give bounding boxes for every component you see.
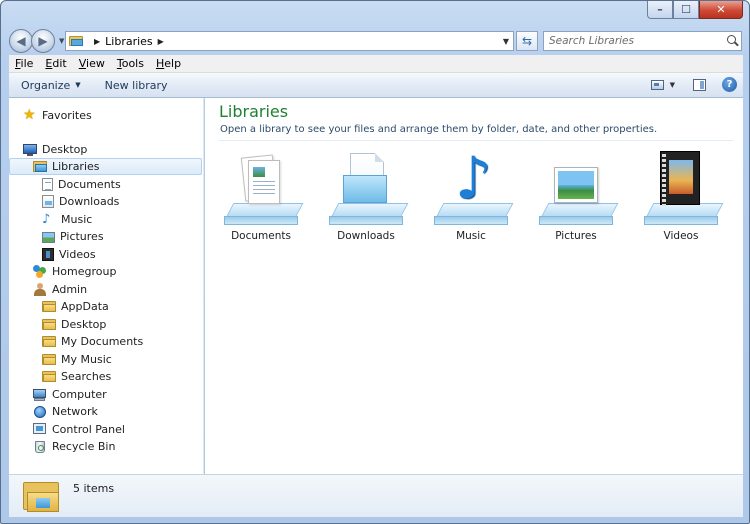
organize-button[interactable]: Organize ▼ [9,79,93,92]
videos-icon [42,248,54,261]
breadcrumb-separator[interactable]: ▶ [158,37,164,46]
help-icon[interactable]: ? [722,77,737,92]
menu-view[interactable]: View [73,57,111,70]
content-pane: Libraries Open a library to see your fil… [205,98,743,474]
downloads-library-icon [326,153,409,225]
chevron-down-icon: ▼ [75,81,81,89]
search-box[interactable] [543,31,742,51]
library-videos[interactable]: Videos [636,151,726,253]
new-library-button[interactable]: New library [93,79,180,92]
videos-library-icon [641,151,724,225]
close-button[interactable]: ✕ [699,1,743,19]
music-icon: ♪ [42,212,51,227]
recycle-bin-icon [33,440,47,453]
nav-admin[interactable]: Admin [33,281,87,298]
libraries-icon [33,160,47,173]
forward-arrow-icon: ▶ [38,34,48,48]
nav-videos[interactable]: Videos [42,246,96,263]
nav-desktop[interactable]: Desktop [23,141,87,158]
nav-recycle-bin[interactable]: Recycle Bin [33,438,115,455]
nav-homegroup[interactable]: Homegroup [33,263,116,280]
change-view-icon[interactable] [650,79,664,90]
command-bar: Organize ▼ New library ▼ ? [9,73,743,98]
search-input[interactable] [549,35,719,47]
forward-button[interactable]: ▶ [31,29,55,53]
refresh-button[interactable]: ⇆ [516,31,538,51]
library-label: Pictures [555,230,597,242]
search-icon[interactable] [727,35,736,44]
control-panel-icon [33,423,47,436]
network-icon [33,405,47,418]
nav-network[interactable]: Network [33,403,98,420]
minimize-button[interactable]: – [647,1,673,19]
page-title: Libraries [219,102,289,121]
explorer-window: – ☐ ✕ ◀ ▶ ▼ ▶ Libraries ▶ ▼ ⇆ File Edit … [0,0,750,524]
nav-music[interactable]: ♪ Music [42,211,92,228]
menu-edit[interactable]: Edit [39,57,72,70]
library-music[interactable]: ♪ Music [426,149,516,253]
library-pictures[interactable]: Pictures [531,153,621,253]
item-count: 5 items [73,482,115,495]
maximize-button[interactable]: ☐ [673,1,699,19]
folder-icon [42,300,56,313]
pictures-library-icon [536,153,619,225]
view-options-dropdown[interactable]: ▼ [670,81,675,89]
back-arrow-icon: ◀ [16,34,26,48]
nav-searches[interactable]: Searches [42,368,111,385]
folder-icon [42,370,56,383]
address-history-dropdown[interactable]: ▼ [503,37,509,46]
menu-help[interactable]: Help [150,57,187,70]
library-label: Videos [663,230,699,242]
nav-admin-desktop[interactable]: Desktop [42,316,106,333]
folder-icon [42,335,56,348]
music-library-icon: ♪ [431,149,514,225]
details-pane: 5 items [9,474,743,517]
downloads-icon [42,195,54,208]
library-label: Documents [231,230,291,242]
documents-icon [42,178,53,191]
nav-my-documents[interactable]: My Documents [42,333,143,350]
nav-control-panel[interactable]: Control Panel [33,421,125,438]
libraries-folder-icon [69,35,85,47]
nav-libraries[interactable]: Libraries [9,158,202,175]
library-label: Music [456,230,486,242]
back-button[interactable]: ◀ [9,29,33,53]
libraries-folder-icon [23,480,61,514]
pictures-icon [42,231,55,243]
navigation-pane: ★ Favorites Desktop Libraries Documents D… [9,98,204,474]
library-downloads[interactable]: Downloads [321,153,411,253]
documents-library-icon [221,153,304,225]
refresh-icon: ⇆ [521,34,533,48]
breadcrumb-separator[interactable]: ▶ [94,37,100,46]
nav-documents[interactable]: Documents [42,176,121,193]
user-folder-icon [33,283,47,296]
nav-favorites[interactable]: ★ Favorites [23,107,92,124]
breadcrumb-libraries[interactable]: Libraries [105,35,153,48]
recent-pages-dropdown[interactable]: ▼ [59,37,64,45]
page-subtitle: Open a library to see your files and arr… [220,124,658,135]
menu-bar: File Edit View Tools Help [9,55,743,73]
nav-pictures[interactable]: Pictures [42,228,104,245]
star-icon: ★ [23,107,36,123]
library-documents[interactable]: Documents [216,153,306,253]
nav-appdata[interactable]: AppData [42,298,109,315]
homegroup-icon [33,265,47,278]
preview-pane-icon[interactable] [693,78,706,91]
navigation-buttons: ◀ ▶ ▼ [9,29,64,53]
nav-computer[interactable]: Computer [33,386,107,403]
menu-file[interactable]: File [9,57,39,70]
window-controls: – ☐ ✕ [647,1,743,19]
nav-downloads[interactable]: Downloads [42,193,119,210]
computer-icon [33,388,47,401]
divider [219,140,733,141]
address-bar[interactable]: ▶ Libraries ▶ ▼ [65,31,514,51]
library-label: Downloads [337,230,395,242]
nav-my-music[interactable]: My Music [42,351,112,368]
menu-tools[interactable]: Tools [111,57,150,70]
desktop-icon [23,143,37,156]
folder-icon [42,353,56,366]
folder-icon [42,318,56,331]
